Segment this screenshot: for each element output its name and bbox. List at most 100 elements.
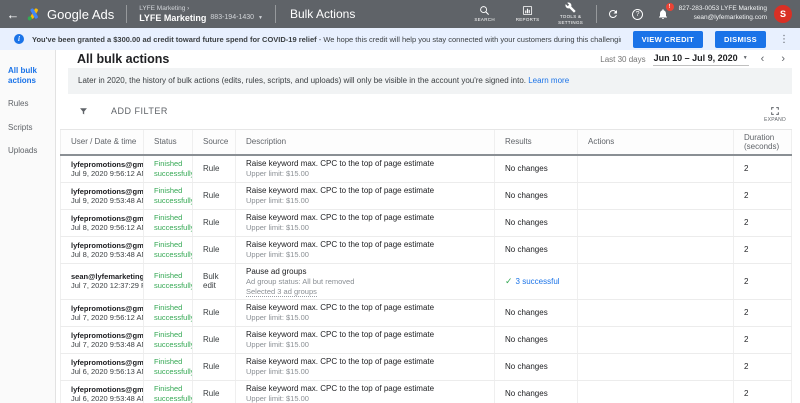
date-range-value[interactable]: Jun 10 – Jul 9, 2020 ▼ bbox=[652, 52, 749, 66]
divider bbox=[595, 5, 597, 23]
account-id: 883-194-1430 bbox=[210, 13, 254, 21]
row-description: Raise keyword max. CPC to the top of pag… bbox=[246, 158, 435, 168]
row-datetime: Jul 8, 2020 9:56:12 AM bbox=[71, 222, 144, 232]
table-row: lyfepromotions@gmail.co... Jul 9, 2020 9… bbox=[60, 155, 792, 183]
google-ads-logo[interactable]: Google Ads bbox=[26, 7, 126, 22]
row-actions bbox=[578, 299, 734, 326]
sidebar-item-all-bulk-actions[interactable]: All bulk actions bbox=[0, 59, 55, 92]
view-credit-button[interactable]: VIEW CREDIT bbox=[632, 30, 704, 48]
account-switcher[interactable]: LYFE Marketing › LYFE Marketing 883-194-… bbox=[127, 5, 275, 24]
row-results: No changes bbox=[505, 362, 548, 372]
signed-in-account-info: 827-283-0053 LYFE Marketing sean@lyfemar… bbox=[679, 5, 767, 23]
row-description-detail: Upper limit: $15.00 bbox=[246, 312, 309, 322]
table-row: lyfepromotions@gmail.co... Jul 7, 2020 9… bbox=[60, 326, 792, 354]
row-datetime: Jul 6, 2020 9:53:48 AM bbox=[71, 393, 144, 403]
tools-settings-button[interactable]: TOOLS & SETTINGS bbox=[553, 2, 589, 26]
row-results: No changes bbox=[505, 308, 548, 318]
row-source: Rule bbox=[203, 335, 220, 345]
row-results: No changes bbox=[505, 191, 548, 201]
dismiss-button[interactable]: DISMISS bbox=[715, 30, 766, 48]
content-area: All bulk actions Last 30 days Jun 10 – J… bbox=[56, 50, 800, 403]
date-range-preset-label: Last 30 days bbox=[600, 54, 646, 64]
row-description-detail: Upper limit: $15.00 bbox=[246, 168, 309, 178]
expand-button[interactable]: EXPAND bbox=[764, 106, 786, 123]
add-filter-button[interactable]: ADD FILTER bbox=[78, 106, 168, 117]
sidebar-item-uploads[interactable]: Uploads bbox=[0, 139, 55, 163]
row-datetime: Jul 6, 2020 9:56:13 AM bbox=[71, 366, 144, 376]
row-description-detail: Upper limit: $15.00 bbox=[246, 393, 309, 403]
row-source: Rule bbox=[203, 164, 220, 174]
row-status: Finished successfully bbox=[154, 239, 193, 259]
row-datetime: Jul 7, 2020 9:56:12 AM bbox=[71, 312, 144, 322]
search-button[interactable]: SEARCH bbox=[467, 5, 503, 23]
row-description-detail: Upper limit: $15.00 bbox=[246, 366, 309, 376]
row-user: lyfepromotions@gmail.co... bbox=[71, 357, 144, 367]
refresh-button[interactable] bbox=[604, 5, 622, 23]
banner-message: You've been granted a $300.00 ad credit … bbox=[32, 34, 621, 44]
row-duration: 2 bbox=[734, 209, 792, 236]
banner-overflow-menu-icon[interactable]: ⋮ bbox=[774, 34, 794, 45]
row-user: lyfepromotions@gmail.co... bbox=[71, 330, 144, 340]
next-period-button[interactable]: › bbox=[776, 53, 790, 65]
sidebar-item-rules[interactable]: Rules bbox=[0, 92, 55, 116]
row-results[interactable]: 3 successful bbox=[516, 277, 560, 286]
row-user: lyfepromotions@gmail.co... bbox=[71, 213, 144, 223]
previous-period-button[interactable]: ‹ bbox=[756, 53, 770, 65]
row-status: Finished successfully bbox=[154, 158, 193, 178]
page-title: Bulk Actions bbox=[289, 7, 356, 21]
table-row: lyfepromotions@gmail.co... Jul 6, 2020 9… bbox=[60, 380, 792, 403]
avatar[interactable]: S bbox=[774, 5, 792, 23]
row-description: Raise keyword max. CPC to the top of pag… bbox=[246, 185, 435, 195]
row-datetime: Jul 8, 2020 9:53:48 AM bbox=[71, 249, 144, 259]
reports-button[interactable]: REPORTS bbox=[510, 5, 546, 23]
row-source: Rule bbox=[203, 389, 220, 399]
account-email: sean@lyfemarketing.com bbox=[693, 14, 767, 21]
help-icon: ? bbox=[632, 8, 644, 20]
column-header-status: Status bbox=[144, 129, 193, 154]
row-actions bbox=[578, 236, 734, 263]
table-row: lyfepromotions@gmail.co... Jul 8, 2020 9… bbox=[60, 209, 792, 237]
filter-bar: ADD FILTER EXPAND bbox=[56, 99, 800, 126]
row-selection-link[interactable]: Selected 3 ad groups bbox=[246, 286, 317, 297]
row-description: Raise keyword max. CPC to the top of pag… bbox=[246, 212, 435, 222]
learn-more-link[interactable]: Learn more bbox=[528, 76, 569, 85]
refresh-icon bbox=[608, 9, 617, 18]
row-user: sean@lyfemarketing.com bbox=[71, 272, 144, 282]
row-description-detail: Upper limit: $15.00 bbox=[246, 249, 309, 259]
success-check-icon: ✓ bbox=[505, 275, 513, 286]
row-datetime: Jul 7, 2020 9:53:48 AM bbox=[71, 339, 144, 349]
date-range-picker: Last 30 days Jun 10 – Jul 9, 2020 ▼ ‹ › bbox=[600, 52, 790, 66]
chevron-down-icon: ▼ bbox=[258, 14, 263, 21]
table-row: lyfepromotions@gmail.co... Jul 6, 2020 9… bbox=[60, 353, 792, 381]
row-user: lyfepromotions@gmail.co... bbox=[71, 186, 144, 196]
row-user: lyfepromotions@gmail.co... bbox=[71, 159, 144, 169]
account-breadcrumb: LYFE Marketing › bbox=[139, 4, 190, 12]
row-datetime: Jul 9, 2020 9:53:48 AM bbox=[71, 195, 144, 205]
row-results: No changes bbox=[505, 335, 548, 345]
back-arrow-icon[interactable]: ← bbox=[0, 7, 26, 22]
table-body: lyfepromotions@gmail.co... Jul 9, 2020 9… bbox=[60, 155, 792, 403]
info-icon: i bbox=[14, 34, 24, 44]
chevron-down-icon: ▼ bbox=[742, 55, 748, 61]
row-results: No changes bbox=[505, 164, 548, 174]
row-duration: 2 bbox=[734, 299, 792, 326]
reports-icon bbox=[523, 6, 533, 16]
row-datetime: Jul 9, 2020 9:56:12 AM bbox=[71, 168, 144, 178]
row-actions bbox=[578, 182, 734, 209]
notification-badge: ! bbox=[665, 3, 674, 11]
row-status: Finished successfully bbox=[154, 329, 193, 349]
sidebar-item-scripts[interactable]: Scripts bbox=[0, 116, 55, 140]
google-ads-logo-icon bbox=[27, 7, 38, 20]
row-user: lyfepromotions@gmail.co... bbox=[71, 240, 144, 250]
row-duration: 2 bbox=[734, 380, 792, 403]
search-icon bbox=[480, 6, 490, 16]
row-description: Raise keyword max. CPC to the top of pag… bbox=[246, 302, 435, 312]
notifications-button[interactable]: ! bbox=[654, 3, 674, 23]
notice-text: Later in 2020, the history of bulk actio… bbox=[78, 76, 526, 85]
row-actions bbox=[578, 353, 734, 380]
row-description-detail: Upper limit: $15.00 bbox=[246, 195, 309, 205]
row-status: Finished successfully bbox=[154, 212, 193, 232]
help-button[interactable]: ? bbox=[629, 5, 647, 23]
row-duration: 2 bbox=[734, 236, 792, 263]
row-results: No changes bbox=[505, 245, 548, 255]
